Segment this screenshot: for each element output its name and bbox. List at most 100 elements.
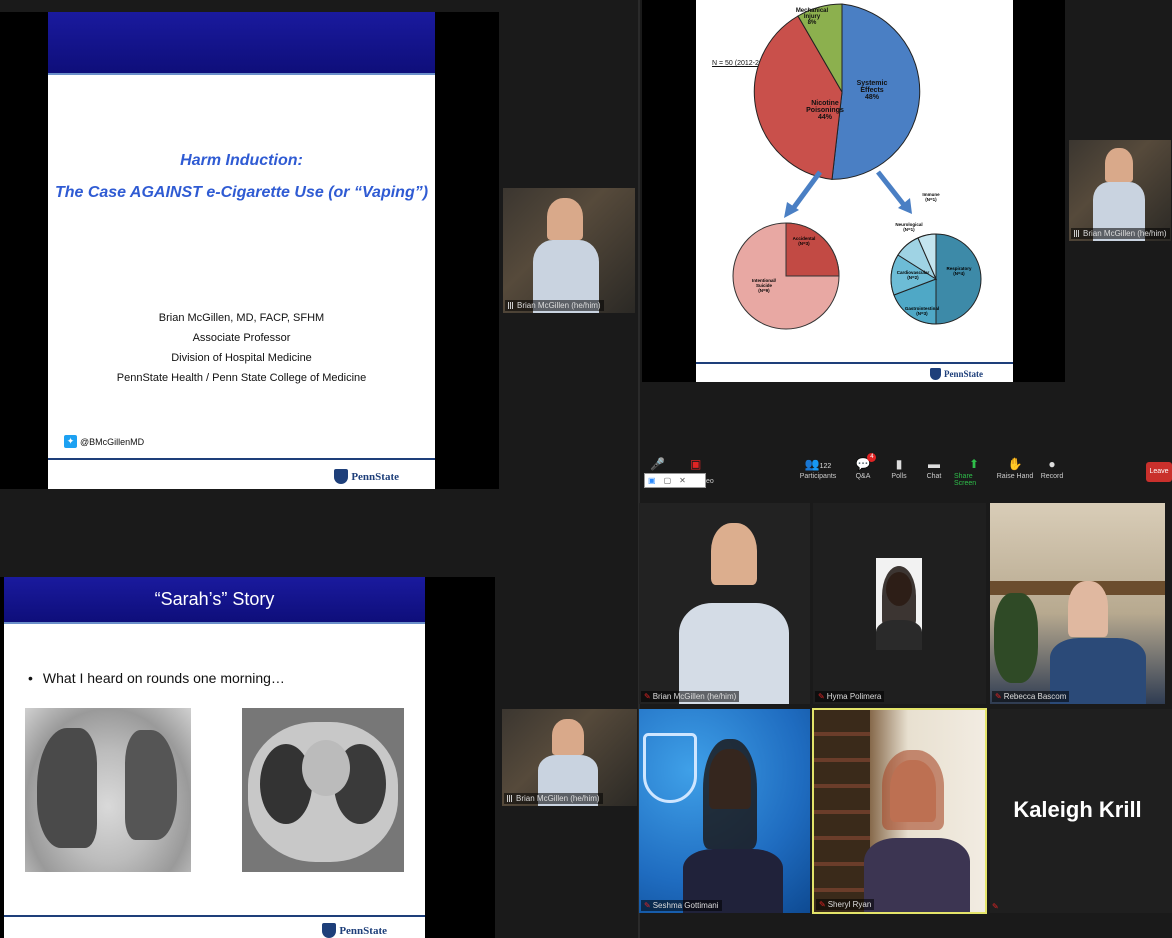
pie-chart-diagram [732, 3, 982, 330]
polls-icon: ▮ [895, 457, 903, 471]
leave-button[interactable]: Leave [1146, 462, 1172, 482]
speaker-name-label: Brian McGillen (he/him) [516, 794, 600, 803]
slide-footer-line [48, 458, 435, 460]
participants-count: 122 [819, 463, 832, 470]
chat-label: Chat [926, 473, 942, 480]
participant-head [711, 523, 757, 585]
left-lung [37, 728, 97, 848]
minimize-icon[interactable]: ▢ [664, 476, 672, 485]
pennstate-logo-text: PennState [944, 369, 983, 379]
speaker-thumbnail-3[interactable]: Brian McGillen (he/him) [502, 709, 637, 806]
twitter-icon: ✦ [64, 435, 77, 448]
ct-scan-image [242, 708, 404, 872]
speaker-figure [547, 198, 583, 240]
slide-footer-line [696, 362, 1013, 364]
label-mechanical: Mechanical Injury 8% [795, 8, 829, 26]
profile-hair [882, 566, 916, 626]
author-role: Associate Professor [192, 332, 291, 344]
ct-body-outline [248, 722, 398, 862]
pennstate-logo: PennState [930, 368, 983, 380]
qa-icon: 💬 4 [856, 453, 877, 473]
label-neurological: Neurological (N=1) [895, 222, 923, 232]
profile-shoulders [876, 620, 922, 650]
qa-badge: 4 [867, 453, 877, 462]
record-button[interactable]: ● Record [1032, 455, 1072, 480]
slide-pie-charts: N = 50 (2012-2016) Mechanical Injury8% [696, 0, 1013, 382]
muted-mic-icon: ✎ [995, 692, 1002, 701]
participants-button[interactable]: 👥122 Participants [798, 455, 838, 480]
slide-author-block: Brian McGillen, MD, FACP, SFHM Associate… [48, 308, 435, 388]
polls-button[interactable]: ▮ Polls [879, 455, 919, 480]
pennstate-shield-icon [334, 469, 349, 484]
slide-title: “Sarah’s” Story [154, 589, 275, 609]
slide-title: Harm Induction: The Case AGAINST e-Cigar… [48, 12, 435, 489]
close-icon[interactable]: ✕ [679, 476, 686, 485]
record-icon: ● [1048, 457, 1056, 471]
pennstate-shield-icon [930, 368, 941, 380]
participant-name: Brian McGillen (he/him) [652, 692, 737, 701]
mini-controls: ▣ ▢ ✕ [644, 473, 706, 488]
slide-footer-line [4, 915, 425, 917]
background-plant [994, 593, 1038, 683]
pennstate-shield-icon [322, 923, 337, 938]
participant-name: Hyma Polimera [826, 692, 882, 701]
speaker-thumbnail-2[interactable]: Brian McGillen (he/him) [1069, 140, 1171, 241]
label-accidental: Accidental (N=3) [792, 236, 816, 246]
speaker-thumbnail-1[interactable]: Brian McGillen (he/him) [503, 188, 635, 313]
participants-icon: 👥122 [804, 457, 832, 471]
polls-label: Polls [891, 473, 907, 480]
twitter-handle-row: ✦ @BMcGillenMD [64, 435, 144, 448]
label-gastrointestinal: Gastrointestinal (N=3) [904, 306, 940, 316]
chest-xray-image [25, 708, 191, 872]
profile-photo [876, 558, 922, 650]
participant-shirt [864, 838, 970, 912]
participant-shirt [679, 603, 789, 704]
muted-mic-icon: ✎ [992, 902, 999, 911]
left-pie-accidental [785, 222, 840, 277]
muted-mic-icon: ✎ [819, 900, 826, 909]
author-name: Brian McGillen, MD, FACP, SFHM [158, 312, 325, 324]
signal-icon [1074, 230, 1081, 237]
speaker-figure [552, 719, 584, 755]
slide-bullet: • What I heard on rounds one morning… [28, 670, 285, 686]
arrow-right [876, 170, 906, 207]
gallery-tile-kaleigh[interactable]: Kaleigh Krill ✎ [990, 709, 1172, 913]
chat-icon: ▬ [928, 457, 940, 471]
speaker-name-label: Brian McGillen (he/him) [517, 301, 601, 310]
arrow-left [789, 170, 823, 212]
ct-heart [302, 740, 350, 796]
bookshelf [814, 710, 870, 912]
muted-mic-icon: ✎ [644, 901, 651, 910]
raise-hand-icon: ✋ [1007, 457, 1023, 471]
pennstate-logo-text: PennState [339, 924, 387, 937]
slide-title-line1: Harm Induction: [180, 152, 303, 169]
gallery-tile-hyma[interactable]: ✎ Hyma Polimera [813, 503, 986, 704]
muted-mic-icon: ✎ [818, 692, 825, 701]
label-respiratory: Respiratory (N=4) [946, 266, 972, 276]
video-button[interactable]: ▣ [690, 457, 701, 471]
label-intentional: Intentional/ Suicide (N=9) [752, 278, 776, 293]
author-division: Division of Hospital Medicine [171, 352, 312, 364]
participant-hair [882, 750, 944, 830]
mute-button[interactable]: 🎤 [650, 457, 665, 471]
label-immune: Immune (N=1) [922, 192, 940, 202]
zoom-app-icon[interactable]: ▣ [648, 476, 656, 485]
participant-hair [703, 739, 757, 849]
qa-button[interactable]: 💬 4 Q&A [843, 453, 883, 480]
participant-name: Seshma Gottimani [652, 901, 719, 910]
gallery-tile-rebecca[interactable]: ✎ Rebecca Bascom [990, 503, 1165, 704]
raise-hand-button[interactable]: ✋ Raise Hand [995, 455, 1035, 480]
slide-header-bar [48, 12, 435, 75]
participant-name: Sheryl Ryan [827, 900, 872, 909]
gallery-tile-brian[interactable]: ✎ Brian McGillen (he/him) [639, 503, 810, 704]
pennstate-logo: PennState [334, 469, 399, 484]
share-screen-icon: ⬆ [968, 457, 980, 471]
gallery-tile-seshma[interactable]: ✎ Seshma Gottimani [639, 709, 810, 913]
raise-hand-label: Raise Hand [996, 473, 1034, 480]
label-cardiovascular: Cardiovascular (N=2) [896, 270, 930, 280]
slide-title-line2: The Case AGAINST e-Cigarette Use (or “Va… [54, 184, 429, 201]
chat-button[interactable]: ▬ Chat [914, 455, 954, 480]
gallery-tile-sheryl[interactable]: ✎ Sheryl Ryan [812, 708, 987, 914]
twitter-handle: @BMcGillenMD [80, 436, 145, 447]
share-screen-button[interactable]: ⬆ Share Screen [954, 455, 994, 487]
